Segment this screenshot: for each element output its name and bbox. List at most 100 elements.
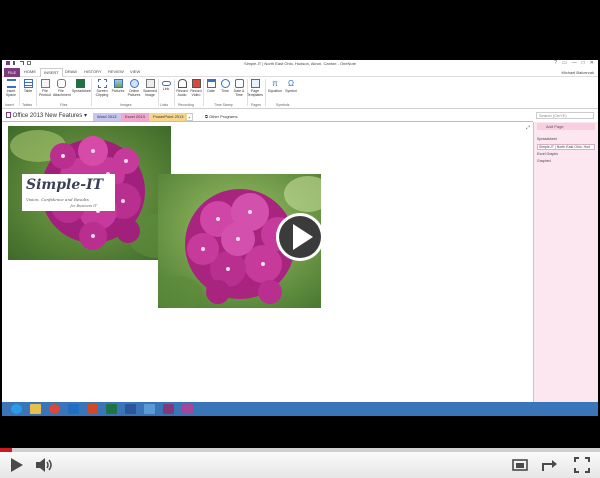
outlook-icon[interactable] xyxy=(68,404,79,414)
page-list-item-selected[interactable]: Simple-IT | North East Ohio, Hud xyxy=(537,144,595,150)
minimize-icon[interactable]: — xyxy=(572,60,577,66)
volume-icon[interactable] xyxy=(34,455,54,475)
pictures-button[interactable]: Pictures xyxy=(110,79,126,93)
play-video-button[interactable] xyxy=(275,212,325,262)
insert-space-icon xyxy=(6,79,16,88)
window-title: Simple-IT | North East Ohio, Hudson, Akr… xyxy=(244,61,356,66)
file-attachment-button[interactable]: File Attachment xyxy=(53,79,71,97)
page-templates-icon xyxy=(250,79,260,88)
onenote2-icon[interactable] xyxy=(182,404,193,414)
section-group-label: Other Programs xyxy=(208,114,238,119)
page-list-item[interactable]: Excel Graphs xyxy=(537,152,595,156)
close-icon[interactable]: ✕ xyxy=(590,60,594,66)
date-time-button[interactable]: Date & Time xyxy=(231,79,247,97)
spreadsheet-button[interactable]: Spreadsheet xyxy=(72,79,92,93)
file-printout-button[interactable]: File Printout xyxy=(37,79,53,97)
page-list-item[interactable]: Graphed xyxy=(537,159,595,163)
page-templates-button[interactable]: Page Templates xyxy=(247,79,263,97)
symbol-label: Symbol xyxy=(285,89,297,93)
section-tab-word[interactable]: Word 2013 xyxy=(93,113,121,121)
word-icon[interactable] xyxy=(125,404,136,414)
pictures-label: Pictures xyxy=(111,89,125,93)
record-video-icon xyxy=(191,79,201,88)
video-player-controls xyxy=(0,452,600,478)
online-pictures-label: Online Pictures xyxy=(127,89,141,97)
windows-taskbar xyxy=(2,402,598,416)
section-tab-excel[interactable]: Excel 2013 xyxy=(121,113,149,121)
play-icon xyxy=(276,213,324,261)
file-printout-icon xyxy=(40,79,50,88)
scanned-image-label: Scanned Image xyxy=(143,89,157,97)
group-label-files: Files xyxy=(60,103,68,107)
record-audio-icon xyxy=(177,79,187,88)
tab-home[interactable]: HOME xyxy=(24,69,36,74)
maximize-icon[interactable]: □ xyxy=(582,60,585,66)
link-button[interactable]: Link xyxy=(158,79,174,91)
insert-space-label: Insert Space xyxy=(6,89,16,97)
equation-icon: π xyxy=(272,79,278,88)
table-button[interactable]: Table xyxy=(20,79,36,93)
ribbon: Insert Space Table File Printout File At… xyxy=(2,77,598,109)
table-icon xyxy=(23,79,33,88)
date-icon xyxy=(206,79,216,88)
record-video-button[interactable]: Record Video xyxy=(188,79,204,97)
simple-it-logo: Simple-IT Vision, Confidence and Results… xyxy=(22,174,115,211)
group-label-tables: Tables xyxy=(22,103,33,107)
add-page-button[interactable]: Add Page xyxy=(537,123,595,130)
ribbon-separator xyxy=(265,79,266,106)
title-bar: Simple-IT | North East Ohio, Hudson, Akr… xyxy=(2,60,598,68)
add-page-label: Add Page xyxy=(546,124,564,129)
tab-draw[interactable]: DRAW xyxy=(65,69,77,74)
symbol-button[interactable]: Ω Symbol xyxy=(283,79,299,93)
date-time-icon xyxy=(234,79,244,88)
section-group-other-programs[interactable]: ⧉ Other Programs xyxy=(201,113,241,121)
online-pictures-button[interactable]: Online Pictures xyxy=(126,79,142,97)
group-label-symbols: Symbols xyxy=(276,103,290,107)
tab-insert[interactable]: INSERT xyxy=(40,68,63,77)
tab-review[interactable]: REVIEW xyxy=(108,69,124,74)
insert-space-button[interactable]: Insert Space xyxy=(3,79,19,97)
excel-icon[interactable] xyxy=(106,404,117,414)
theater-mode-icon[interactable] xyxy=(510,455,530,475)
equation-button[interactable]: π Equation xyxy=(267,79,283,93)
time-label: Time xyxy=(221,89,229,93)
help-icon[interactable]: ? xyxy=(554,60,557,66)
share-icon[interactable] xyxy=(540,455,560,475)
ribbon-tabs: FILE HOME INSERT DRAW HISTORY REVIEW VIE… xyxy=(2,68,598,77)
window-controls: ? ▭ — □ ✕ xyxy=(554,60,594,66)
fullscreen-icon[interactable] xyxy=(572,455,592,475)
expand-icon[interactable]: ⤢ xyxy=(526,125,530,131)
symbol-icon: Ω xyxy=(288,79,294,88)
notebook-dropdown[interactable]: Office 2013 New Features ▾ xyxy=(6,112,87,119)
snagit-icon[interactable] xyxy=(144,404,155,414)
page-list-panel: Add Page Spreadsheet Simple-IT | North E… xyxy=(533,122,598,402)
tab-history[interactable]: HISTORY xyxy=(84,69,102,74)
chrome-icon[interactable] xyxy=(49,404,60,414)
full-page-icon[interactable]: ▭ xyxy=(562,60,567,66)
search-input[interactable]: Search (Ctrl+E) xyxy=(536,112,594,119)
link-icon xyxy=(161,81,171,86)
page-list-item[interactable]: Spreadsheet xyxy=(537,137,595,141)
explorer-icon[interactable] xyxy=(30,404,41,414)
table-label: Table xyxy=(23,89,33,93)
ie-icon[interactable] xyxy=(11,404,22,414)
logo-tagline: Vision, Confidence and Results xyxy=(26,197,89,202)
tab-view[interactable]: VIEW xyxy=(130,69,140,74)
record-video-label: Record Video xyxy=(190,89,202,97)
tab-file[interactable]: FILE xyxy=(4,68,20,77)
date-time-label: Date & Time xyxy=(233,89,245,97)
section-group-icon: ⧉ xyxy=(205,114,208,119)
spreadsheet-label: Spreadsheet xyxy=(72,89,92,93)
screen-clipping-icon xyxy=(97,79,107,88)
screen-clipping-button[interactable]: Screen Clipping xyxy=(94,79,110,97)
user-name[interactable]: Michael Balcerzak xyxy=(562,70,594,75)
powerpoint-icon[interactable] xyxy=(87,404,98,414)
onenote-window: Simple-IT | North East Ohio, Hudson, Akr… xyxy=(2,60,598,416)
add-section-button[interactable]: + xyxy=(185,113,194,121)
ribbon-separator xyxy=(91,79,92,106)
section-tab-powerpoint[interactable]: PowerPoint 2013 xyxy=(149,113,188,121)
scanned-image-button[interactable]: Scanned Image xyxy=(142,79,158,97)
group-label-pages: Pages xyxy=(251,103,261,107)
onenote-icon[interactable] xyxy=(163,404,174,414)
play-icon[interactable] xyxy=(6,455,26,475)
